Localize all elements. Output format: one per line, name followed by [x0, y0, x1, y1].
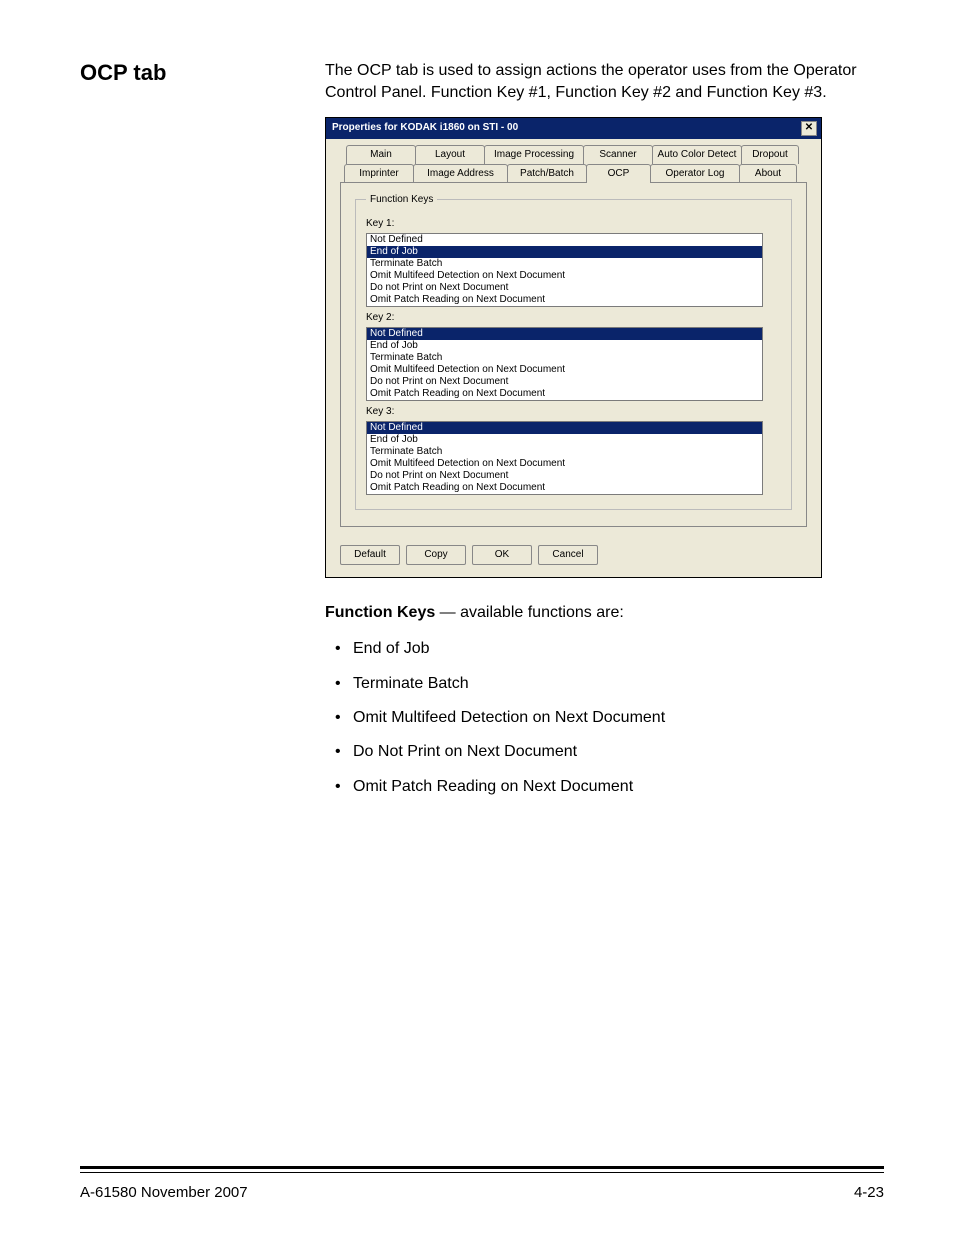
function-keys-heading-rest: — available functions are: [435, 604, 624, 621]
default-button[interactable]: Default [340, 545, 400, 565]
tab-image-processing[interactable]: Image Processing [484, 145, 584, 164]
dialog-title: Properties for KODAK i1860 on STI - 00 [332, 121, 518, 135]
key-3-listbox[interactable]: Not DefinedEnd of JobTerminate BatchOmit… [366, 421, 763, 495]
tab-scanner[interactable]: Scanner [583, 145, 653, 164]
tab-image-address[interactable]: Image Address [413, 164, 508, 183]
intro-paragraph: The OCP tab is used to assign actions th… [325, 60, 884, 105]
key-label-2: Key 2: [366, 311, 781, 325]
footer-right: 4-23 [854, 1184, 884, 1201]
list-item[interactable]: Terminate Batch [367, 446, 762, 458]
list-item[interactable]: Do not Print on Next Document [367, 470, 762, 482]
list-item[interactable]: Terminate Batch [367, 352, 762, 364]
page-footer: A-61580 November 2007 4-23 [80, 1184, 884, 1201]
list-item[interactable]: Omit Patch Reading on Next Document [367, 388, 762, 400]
list-item[interactable]: Omit Multifeed Detection on Next Documen… [367, 458, 762, 470]
key-1-listbox[interactable]: Not DefinedEnd of JobTerminate BatchOmit… [366, 233, 763, 307]
tab-main[interactable]: Main [346, 145, 416, 164]
footer-left: A-61580 November 2007 [80, 1184, 248, 1201]
tab-operator-log[interactable]: Operator Log [650, 164, 740, 183]
fieldset-legend: Function Keys [366, 193, 437, 207]
right-column: The OCP tab is used to assign actions th… [325, 60, 884, 804]
list-item[interactable]: Do not Print on Next Document [367, 282, 762, 294]
dialog-titlebar: Properties for KODAK i1860 on STI - 00 ✕ [326, 118, 821, 139]
tab-about[interactable]: About [739, 164, 797, 183]
dialog-button-row: Default Copy OK Cancel [326, 537, 821, 577]
key-2-listbox[interactable]: Not DefinedEnd of JobTerminate BatchOmit… [366, 327, 763, 401]
document-page: OCP tab The OCP tab is used to assign ac… [0, 0, 954, 1235]
tab-dropout[interactable]: Dropout [741, 145, 799, 164]
tab-auto-color-detect[interactable]: Auto Color Detect [652, 145, 742, 164]
list-item[interactable]: End of Job [367, 340, 762, 352]
list-item[interactable]: Omit Multifeed Detection on Next Documen… [367, 364, 762, 376]
list-item[interactable]: Not Defined [367, 234, 762, 246]
function-list: End of JobTerminate BatchOmit Multifeed … [325, 632, 884, 804]
tab-ocp[interactable]: OCP [586, 164, 651, 183]
footer-rule [80, 1166, 884, 1173]
cancel-button[interactable]: Cancel [538, 545, 598, 565]
function-keys-heading: Function Keys — available functions are: [325, 602, 884, 624]
function-keys-fieldset: Function Keys Key 1:Not DefinedEnd of Jo… [355, 193, 792, 510]
close-icon[interactable]: ✕ [801, 121, 817, 136]
list-item: End of Job [325, 632, 884, 666]
tab-imprinter[interactable]: Imprinter [344, 164, 414, 183]
list-item[interactable]: Omit Patch Reading on Next Document [367, 294, 762, 306]
dialog-body: MainLayoutImage ProcessingScannerAuto Co… [326, 139, 821, 537]
list-item[interactable]: Terminate Batch [367, 258, 762, 270]
list-item: Omit Multifeed Detection on Next Documen… [325, 701, 884, 735]
key-label-1: Key 1: [366, 217, 781, 231]
tab-strip: MainLayoutImage ProcessingScannerAuto Co… [340, 145, 807, 527]
list-item[interactable]: Omit Patch Reading on Next Document [367, 482, 762, 494]
list-item[interactable]: Do not Print on Next Document [367, 376, 762, 388]
tab-layout[interactable]: Layout [415, 145, 485, 164]
list-item[interactable]: Omit Multifeed Detection on Next Documen… [367, 270, 762, 282]
properties-dialog: Properties for KODAK i1860 on STI - 00 ✕… [325, 117, 822, 578]
list-item: Omit Patch Reading on Next Document [325, 770, 884, 804]
tab-row-front: ImprinterImage AddressPatch/BatchOCPOper… [344, 164, 807, 183]
list-item[interactable]: End of Job [367, 246, 762, 258]
copy-button[interactable]: Copy [406, 545, 466, 565]
list-item: Terminate Batch [325, 667, 884, 701]
key-label-3: Key 3: [366, 405, 781, 419]
tab-row-back: MainLayoutImage ProcessingScannerAuto Co… [346, 145, 807, 164]
list-item[interactable]: Not Defined [367, 328, 762, 340]
tab-patch/batch[interactable]: Patch/Batch [507, 164, 587, 183]
list-item: Do Not Print on Next Document [325, 735, 884, 769]
ok-button[interactable]: OK [472, 545, 532, 565]
list-item[interactable]: Not Defined [367, 422, 762, 434]
section-title: OCP tab [80, 60, 325, 86]
content-row: OCP tab The OCP tab is used to assign ac… [80, 60, 884, 804]
list-item[interactable]: End of Job [367, 434, 762, 446]
tab-panel-ocp: Function Keys Key 1:Not DefinedEnd of Jo… [340, 182, 807, 527]
function-keys-heading-bold: Function Keys [325, 604, 435, 621]
